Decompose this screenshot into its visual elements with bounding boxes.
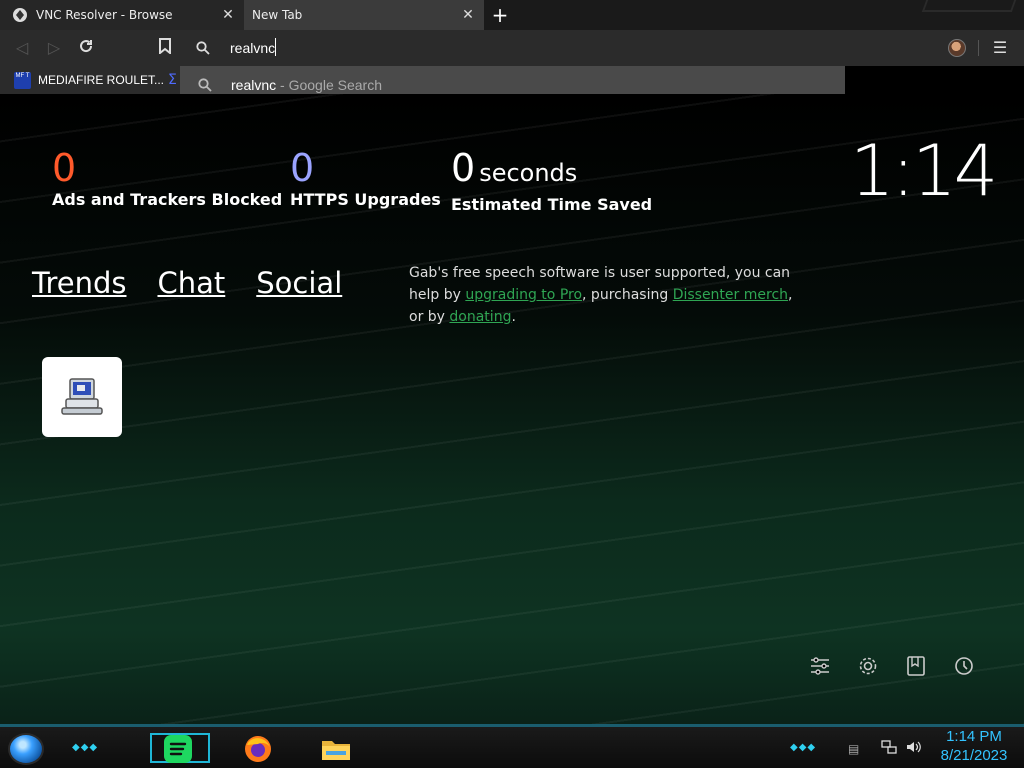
tab-title: VNC Resolver - Browse	[36, 8, 173, 22]
new-tab-button[interactable]: +	[490, 5, 510, 25]
suggestion-query: realvnc	[231, 77, 277, 93]
profile-avatar[interactable]	[948, 39, 966, 57]
time-unit: seconds	[479, 159, 578, 187]
gab-text: .	[511, 309, 516, 325]
tab-strip: VNC Resolver - Browse ✕ New Tab ✕ +	[0, 0, 1024, 30]
upgrade-link[interactable]: upgrading to Pro	[465, 287, 582, 303]
start-button[interactable]	[8, 733, 44, 765]
firefox-app-icon[interactable]	[242, 733, 274, 765]
time-label: Estimated Time Saved	[451, 195, 653, 214]
app-logo-icon	[12, 7, 28, 23]
computer-icon	[61, 378, 103, 415]
close-tab-icon[interactable]: ✕	[460, 7, 476, 23]
bookmark-icon[interactable]: Σ	[168, 72, 180, 88]
stat-time-saved: 0 seconds Estimated Time Saved	[451, 148, 652, 214]
history-icon[interactable]	[953, 655, 973, 675]
customize-icon[interactable]	[809, 655, 829, 675]
window-decoration	[921, 0, 1017, 12]
tab-vnc-resolver[interactable]: VNC Resolver - Browse ✕	[0, 0, 244, 30]
mediafire-favicon: MF T	[14, 71, 31, 89]
spotify-app-icon[interactable]	[162, 733, 194, 765]
bookmark-icon[interactable]	[155, 38, 175, 58]
search-icon	[196, 40, 210, 55]
merch-link[interactable]: Dissenter merch	[673, 287, 788, 303]
gab-support-message: Gab's free speech software is user suppo…	[409, 262, 809, 328]
https-label: HTTPS Upgrades	[290, 190, 441, 209]
network-icon[interactable]	[881, 739, 897, 755]
back-icon[interactable]: ◁	[12, 38, 32, 58]
gab-text: , purchasing	[582, 287, 673, 303]
link-trends[interactable]: Trends	[32, 266, 126, 300]
taskbar-chevrons-right: ◆◆◆	[790, 742, 817, 753]
file-explorer-icon[interactable]	[320, 733, 352, 765]
reload-icon[interactable]	[76, 38, 96, 58]
forward-icon[interactable]: ▷	[44, 38, 64, 58]
system-date: 8/21/2023	[940, 747, 1008, 764]
settings-gear-icon[interactable]	[857, 655, 877, 675]
time-row: 0 seconds	[451, 148, 652, 193]
bookmarks-manager-icon[interactable]	[905, 655, 925, 676]
page-clock: 1:14	[850, 130, 998, 212]
address-bar[interactable]	[180, 30, 845, 66]
text-cursor	[275, 38, 276, 56]
bookmark-label: MEDIAFIRE ROULET...	[38, 73, 165, 87]
toolbar-divider	[978, 40, 979, 56]
ads-label: Ads and Trackers Blocked	[52, 190, 283, 209]
donate-link[interactable]: donating	[449, 309, 511, 325]
link-chat[interactable]: Chat	[157, 266, 225, 300]
bookmarks-bar: MF T MEDIAFIRE ROULET... Σ	[0, 66, 180, 94]
link-social[interactable]: Social	[256, 266, 342, 300]
tab-new-tab[interactable]: New Tab ✕	[244, 0, 484, 30]
close-tab-icon[interactable]: ✕	[220, 7, 236, 23]
taskbar-chevrons-left: ◆◆◆	[72, 742, 99, 753]
https-count: 0	[290, 146, 315, 190]
bookmark-mediafire[interactable]: MF T MEDIAFIRE ROULET...	[0, 71, 165, 89]
top-site-tile[interactable]	[42, 357, 122, 437]
search-icon	[198, 78, 212, 92]
taskbar-deco-icon: ▤	[848, 742, 860, 756]
system-clock[interactable]: 1:14 PM 8/21/2023	[934, 727, 1014, 765]
suggestion-engine: Google Search	[288, 77, 382, 93]
suggestion-separator: -	[276, 77, 289, 93]
tab-title: New Tab	[252, 8, 303, 22]
nav-links: Trends Chat Social	[32, 266, 342, 300]
address-input[interactable]	[230, 38, 810, 58]
menu-icon[interactable]: ☰	[990, 38, 1010, 58]
stat-https-upgrades: 0 HTTPS Upgrades	[290, 148, 441, 209]
time-count: 0	[451, 146, 476, 190]
suggestion-text: realvnc - Google Search	[231, 77, 382, 93]
volume-icon[interactable]	[905, 739, 921, 755]
system-time: 1:14 PM	[946, 728, 1002, 745]
taskbar: ◆◆◆ ◆◆◆ ▤	[0, 724, 1024, 768]
stat-ads-blocked: 0 Ads and Trackers Blocked	[52, 148, 282, 209]
ads-count: 0	[52, 146, 77, 190]
